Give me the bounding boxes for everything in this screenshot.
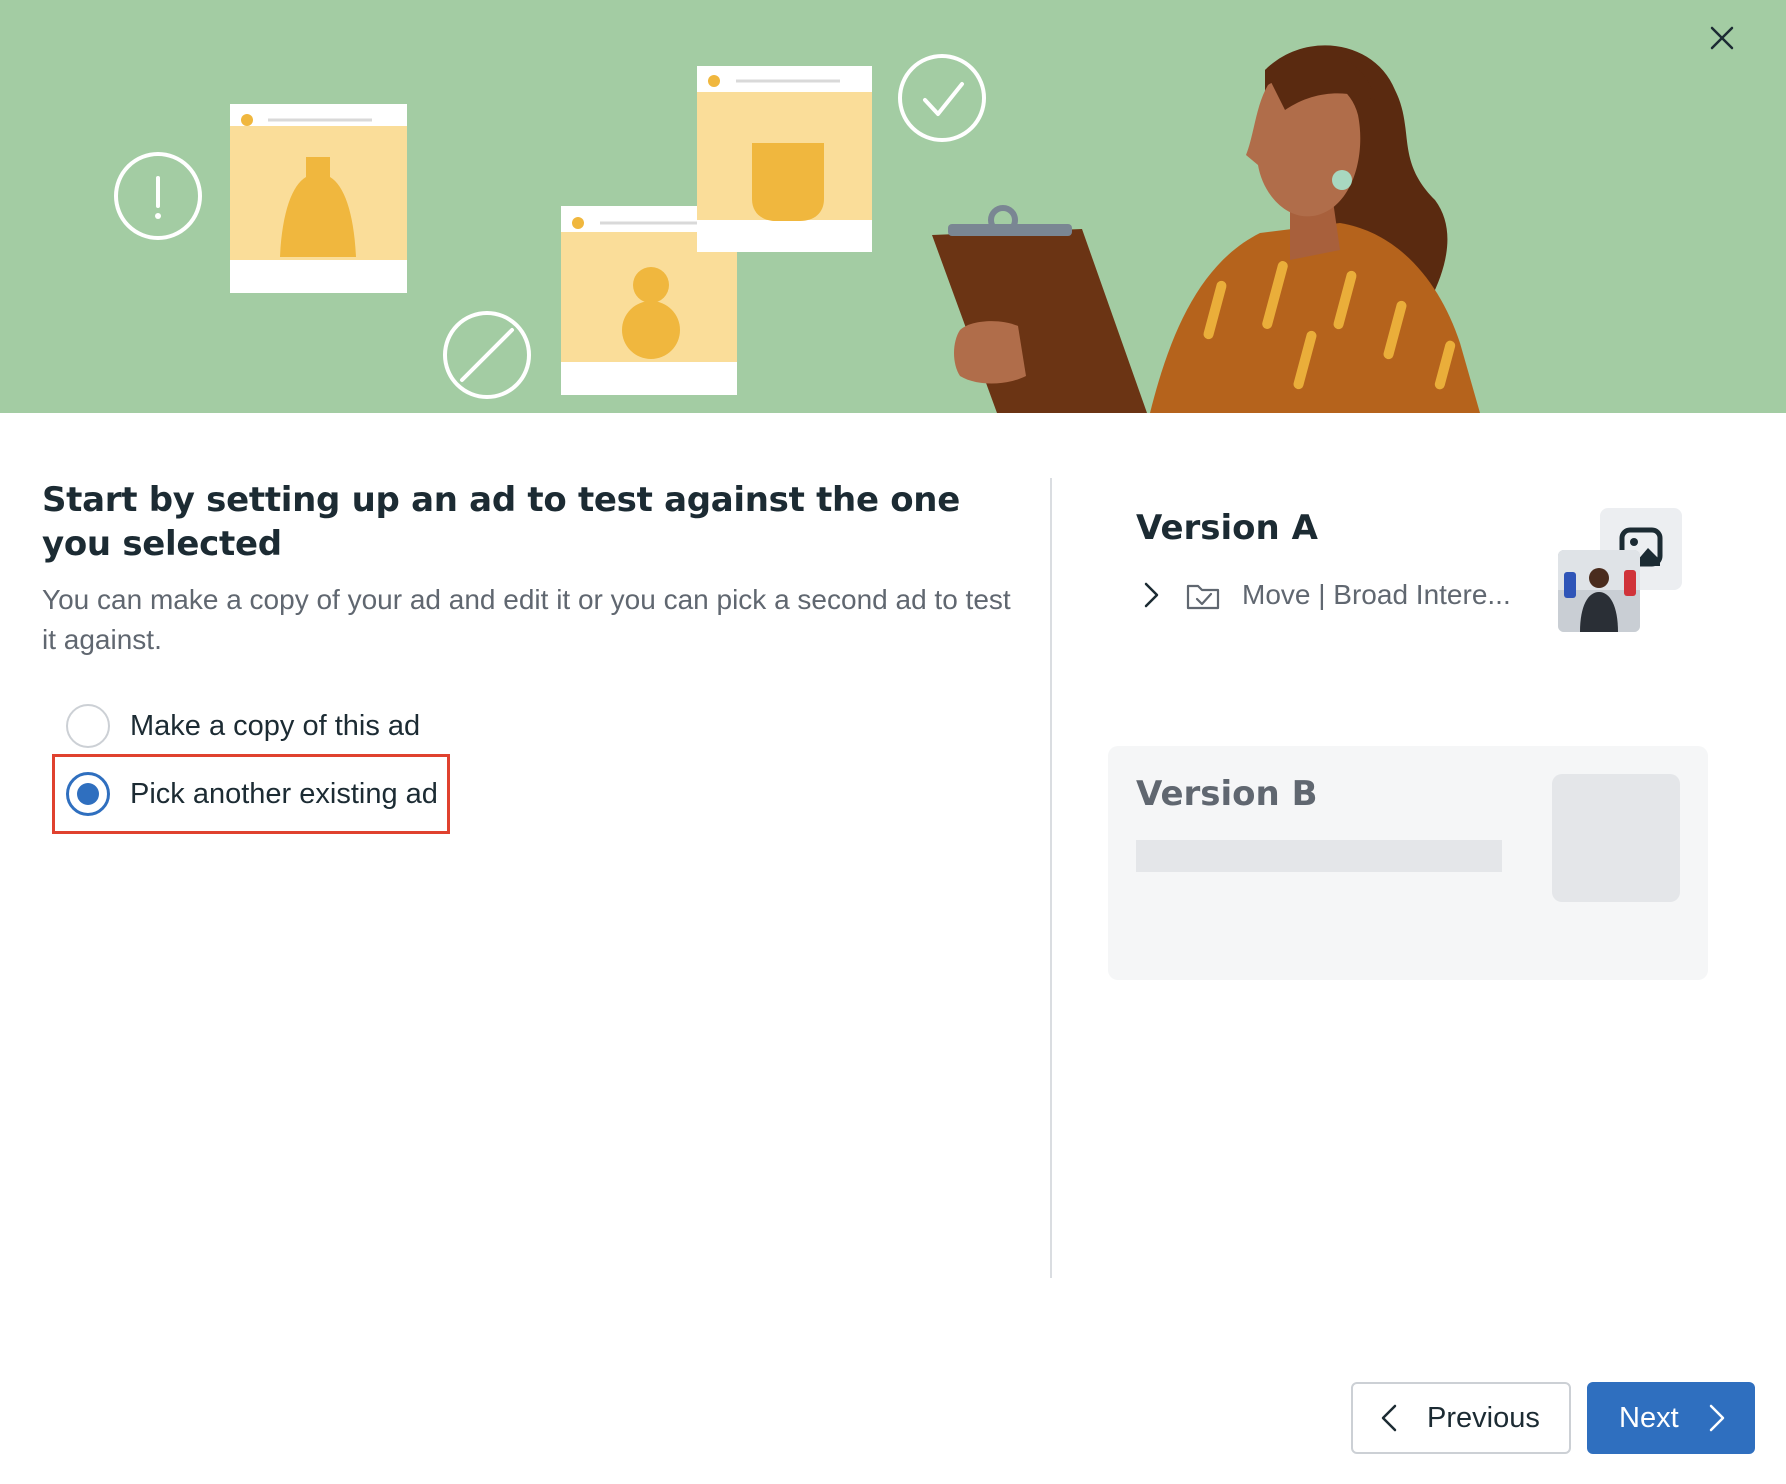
ad-card-1 — [230, 104, 407, 293]
check-circle-icon — [898, 54, 986, 142]
radio-make-copy[interactable] — [66, 704, 110, 748]
option-label: Make a copy of this ad — [130, 709, 421, 742]
person-illustration — [932, 45, 1480, 413]
chevron-right-icon[interactable] — [1136, 580, 1166, 610]
version-b-card: Version B — [1108, 746, 1708, 980]
version-a-ad-name: Move | Broad Intere... — [1242, 579, 1511, 610]
blocked-icon — [443, 311, 531, 399]
folder-check-icon — [1186, 584, 1220, 610]
dialog-subtitle: You can make a copy of your ad and edit … — [42, 584, 1011, 655]
version-a-title: Version A — [1136, 508, 1318, 548]
dialog-title: Start by setting up an ad to test agains… — [42, 480, 960, 564]
next-button[interactable]: Next — [1587, 1382, 1755, 1454]
ad-thumbnail-image — [1558, 550, 1640, 632]
previous-button[interactable]: Previous — [1351, 1382, 1571, 1454]
setup-panel: Start by setting up an ad to test agains… — [42, 478, 1022, 834]
warning-icon — [114, 152, 202, 240]
hero-illustration — [0, 0, 1786, 413]
ad-thumbnail — [1558, 550, 1640, 632]
close-button[interactable] — [1708, 24, 1748, 64]
column-divider — [1050, 478, 1052, 1278]
chevron-right-icon — [1709, 1404, 1724, 1432]
version-b-thumbnail-placeholder — [1552, 774, 1680, 902]
chevron-left-icon — [1381, 1404, 1397, 1432]
hero-artwork — [114, 45, 1480, 413]
previous-button-label: Previous — [1427, 1401, 1540, 1434]
option-label: Pick another existing ad — [130, 777, 438, 810]
next-button-label: Next — [1619, 1401, 1679, 1434]
ad-option-group: Make a copy of this ad Pick another exis… — [52, 698, 450, 834]
option-pick-existing[interactable]: Pick another existing ad — [52, 754, 450, 834]
version-b-title: Version B — [1136, 774, 1318, 814]
option-make-copy[interactable]: Make a copy of this ad — [66, 698, 438, 754]
close-icon — [1710, 26, 1734, 50]
version-b-name-placeholder — [1136, 840, 1502, 872]
version-a-ad-row[interactable]: Move | Broad Intere... — [1136, 578, 1511, 612]
ad-card-3 — [697, 66, 872, 252]
radio-pick-existing[interactable] — [66, 772, 110, 816]
